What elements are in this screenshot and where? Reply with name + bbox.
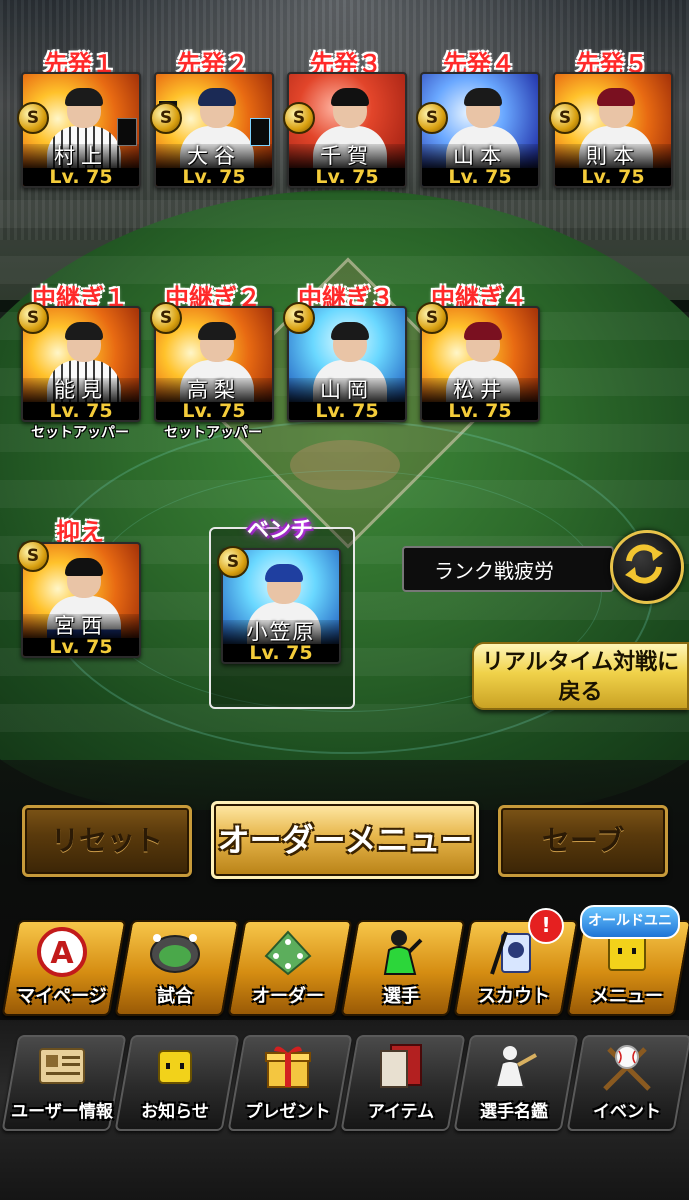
lineup-field-icon (264, 930, 312, 976)
menu-label: 試合 (157, 986, 193, 1007)
menu-order[interactable]: オーダー (227, 920, 353, 1016)
menu-label: メニュー (591, 986, 663, 1007)
player-name: 松井 (422, 378, 538, 402)
notice-icon (158, 1050, 192, 1084)
player-level: Lv. 75 (156, 168, 272, 186)
rank-s-badge-icon: S (549, 102, 581, 134)
submenu-event[interactable]: イベント (566, 1035, 689, 1131)
reset-button[interactable]: リセット (22, 805, 192, 877)
player-icon (383, 930, 423, 975)
refresh-cycle-button[interactable] (610, 530, 684, 604)
player-name: 高梨 (156, 378, 272, 402)
player-name: 山岡 (289, 378, 405, 402)
player-name: 宮西 (23, 614, 139, 638)
realtime-label-line2: 戻る (558, 680, 603, 705)
rank-s-badge-icon: S (217, 546, 249, 578)
menu-match[interactable]: 試合 (114, 920, 240, 1016)
player-name: 能見 (23, 378, 139, 402)
stadium-icon (150, 934, 200, 973)
menu-label: マイページ (17, 986, 107, 1007)
player-level: Lv. 75 (289, 402, 405, 420)
submenu-present[interactable]: プレゼント (227, 1035, 353, 1131)
submenu-item[interactable]: アイテム (340, 1035, 466, 1131)
submenu-player-directory[interactable]: 選手名鑑 (453, 1035, 579, 1131)
menu-label: プレゼント (245, 1102, 331, 1122)
menu-label: ユーザー情報 (11, 1102, 113, 1122)
player-level: Lv. 75 (422, 402, 538, 420)
rank-s-badge-icon: S (17, 540, 49, 572)
rank-s-badge-icon: S (416, 302, 448, 334)
player-level: Lv. 75 (156, 402, 272, 420)
user-info-icon (39, 1048, 85, 1084)
realtime-label-line1: リアルタイム対戦に (481, 650, 680, 675)
svg-text:A: A (50, 936, 74, 971)
event-ball-icon (603, 1045, 651, 1091)
player-name: 村上 (23, 144, 139, 168)
player-name: 千賀 (289, 144, 405, 168)
item-book-icon (380, 1044, 422, 1088)
menu-label: 選手名鑑 (480, 1102, 548, 1122)
order-menu-button[interactable]: オーダーメニュー (211, 801, 479, 879)
scout-alert-badge: ! (528, 908, 564, 944)
rank-s-badge-icon: S (150, 302, 182, 334)
player-name: 大谷 (156, 144, 272, 168)
player-name: 則本 (555, 144, 671, 168)
rank-s-badge-icon: S (283, 302, 315, 334)
refresh-arrows-icon (625, 544, 663, 584)
player-level: Lv. 75 (23, 168, 139, 186)
menu-label: イベント (593, 1102, 661, 1122)
player-name: 小笠原 (223, 620, 339, 644)
rank-s-badge-icon: S (416, 102, 448, 134)
rank-s-badge-icon: S (17, 302, 49, 334)
old-uniform-bubble[interactable]: オールドユニ (580, 905, 680, 939)
menu-label: アイテム (367, 1102, 435, 1122)
menu-label: お知らせ (141, 1102, 209, 1122)
player-level: Lv. 75 (289, 168, 405, 186)
rank-s-badge-icon: S (283, 102, 315, 134)
card-side-box (250, 118, 270, 146)
player-name: 山本 (422, 144, 538, 168)
menu-mypage[interactable]: A マイページ (1, 920, 127, 1016)
return-to-realtime-match-button[interactable]: リアルタイム対戦に 戻る (472, 642, 689, 710)
mypage-a-icon: A (37, 927, 87, 977)
rank-s-badge-icon: S (150, 102, 182, 134)
rank-s-badge-icon: S (17, 102, 49, 134)
role-note: セットアッパー (164, 425, 262, 441)
rank-fatigue-button[interactable]: ランク戦疲労 (402, 546, 614, 592)
submenu-notice[interactable]: お知らせ (114, 1035, 240, 1131)
player-level: Lv. 75 (422, 168, 538, 186)
player-level: Lv. 75 (223, 644, 339, 662)
submenu-user-info[interactable]: ユーザー情報 (1, 1035, 127, 1131)
menu-players[interactable]: 選手 (340, 920, 466, 1016)
gift-icon (265, 1046, 311, 1088)
menu-label: 選手 (383, 986, 419, 1007)
save-button[interactable]: セーブ (498, 805, 668, 877)
player-level: Lv. 75 (23, 402, 139, 420)
card-side-box (117, 118, 137, 146)
role-note: セットアッパー (31, 425, 129, 441)
bench-label: ベンチ (246, 518, 313, 543)
player-level: Lv. 75 (555, 168, 671, 186)
player-level: Lv. 75 (23, 638, 139, 656)
player-directory-icon (494, 1046, 537, 1088)
menu-label: スカウト (478, 986, 550, 1007)
menu-label: オーダー (252, 986, 324, 1007)
